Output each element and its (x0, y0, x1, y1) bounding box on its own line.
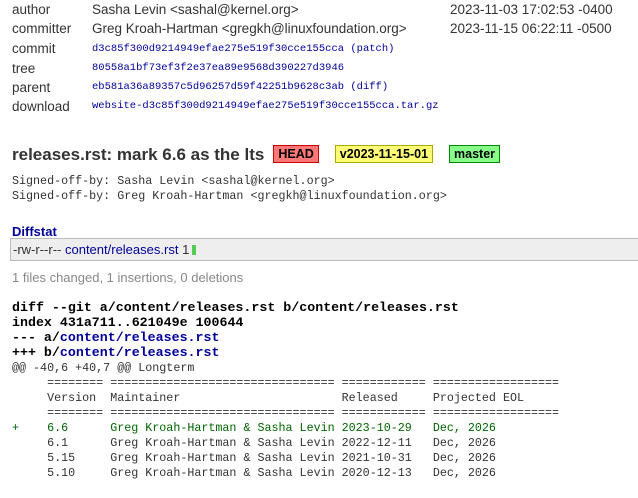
subject-text: releases.rst: mark 6.6 as the lts (12, 145, 265, 164)
author-label: author (12, 2, 51, 17)
diff-link[interactable]: diff (357, 81, 382, 93)
commit-label: commit (12, 41, 56, 56)
diff-line: ======== ===============================… (12, 376, 560, 390)
tree-label: tree (12, 61, 36, 76)
diff-line: 5.10 Greg Kroah-Hartman & Sasha Levin 20… (12, 466, 496, 480)
download-value: website-d3c85f300d9214949efae275e519f30c… (92, 100, 439, 112)
commit-hash-link[interactable]: d3c85f300d9214949efae275e519f30cce155cca (92, 43, 344, 55)
commit-subject: releases.rst: mark 6.6 as the lts HEAD v20… (12, 145, 501, 165)
diffstat-summary: 1 files changed, 1 insertions, 0 deletio… (12, 270, 244, 285)
badge-head[interactable]: HEAD (273, 145, 319, 163)
new-prefix: +++ b/ (12, 345, 60, 360)
committer-value: Greg Kroah-Hartman <gregkh@linuxfoundati… (92, 21, 407, 36)
download-label: download (12, 99, 70, 114)
download-link[interactable]: website-d3c85f300d9214949efae275e519f30c… (92, 100, 439, 112)
committer-date: 2023-11-15 06:22:11 -0500 (450, 21, 612, 36)
tree-hash-link[interactable]: 80558a1bf73ef3f2e37ea89e9568d390227d3946 (92, 62, 344, 74)
diff-new-file: +++ b/content/releases.rst (12, 345, 219, 360)
message-line: Signed-off-by: Greg Kroah-Hartman <gregk… (12, 189, 447, 203)
author-value: Sasha Levin <sashal@kernel.org> (92, 2, 299, 17)
parent-hash: eb581a36a89357c5d96257d59f42251b9628c3ab… (92, 81, 389, 93)
commit-hash: d3c85f300d9214949efae275e519f30cce155cca… (92, 43, 395, 55)
change-count: 1 (182, 242, 190, 257)
author-date: 2023-11-03 17:02:53 -0400 (450, 2, 613, 17)
diff-line: 5.15 Greg Kroah-Hartman & Sasha Levin 20… (12, 451, 496, 465)
diffstat-row: -rw-r--r-- content/releases.rst 1 (10, 238, 638, 261)
diff-line: Version Maintainer Released Projected EO… (12, 391, 524, 405)
parent-label: parent (12, 80, 51, 95)
insertion-bar (192, 245, 197, 255)
diff-line: 6.1 Greg Kroah-Hartman & Sasha Levin 202… (12, 436, 496, 450)
old-file-link[interactable]: content/releases.rst (60, 330, 220, 345)
patch-link[interactable]: patch (357, 43, 389, 55)
diffstat-heading[interactable]: Diffstat (12, 224, 57, 239)
diff-hunk: @@ -40,6 +40,7 @@ Longterm (12, 361, 195, 375)
old-prefix: --- a/ (12, 330, 60, 345)
message-line: Signed-off-by: Sasha Levin <sashal@kerne… (12, 174, 335, 188)
diffstat-file-link[interactable]: content/releases.rst (65, 242, 178, 257)
badge-branch[interactable]: master (449, 145, 501, 163)
new-file-link[interactable]: content/releases.rst (60, 345, 220, 360)
diff-index: index 431a711..621049e 100644 (12, 315, 244, 330)
diff-header: diff --git a/content/releases.rst b/cont… (12, 300, 459, 315)
diff-old-file: --- a/content/releases.rst (12, 330, 219, 345)
diff-line: ======== ===============================… (12, 406, 560, 420)
diff-line: + 6.6 Greg Kroah-Hartman & Sasha Levin 2… (12, 421, 496, 435)
parent-hash-link[interactable]: eb581a36a89357c5d96257d59f42251b9628c3ab (92, 81, 344, 93)
file-mode: -rw-r--r-- (13, 242, 62, 257)
tree-hash: 80558a1bf73ef3f2e37ea89e9568d390227d3946 (92, 62, 344, 74)
badge-tag[interactable]: v2023-11-15-01 (334, 145, 434, 163)
committer-label: committer (12, 21, 72, 36)
